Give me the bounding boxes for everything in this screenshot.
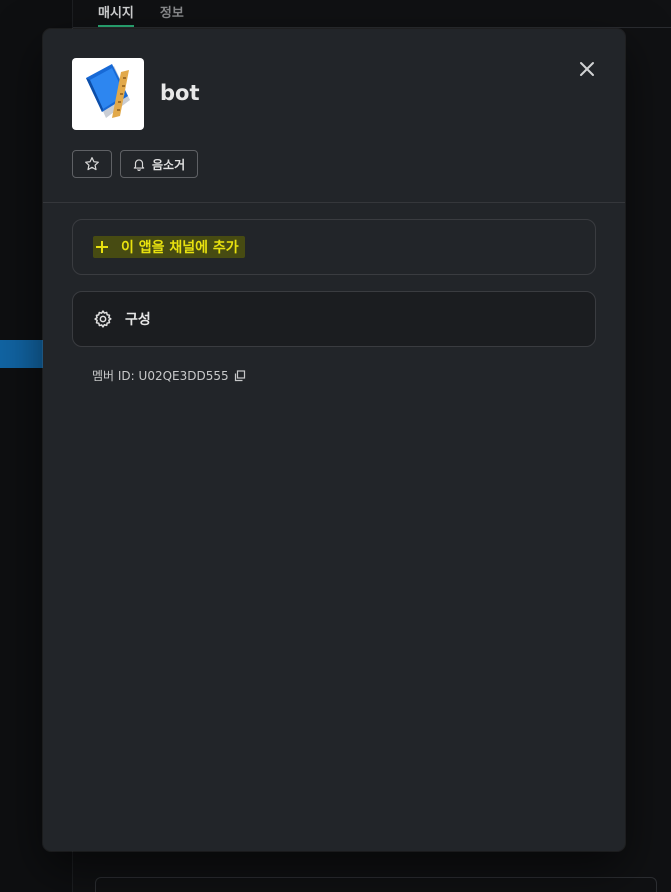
modal-header: bot 음소거 xyxy=(43,29,625,203)
notebook-ruler-icon xyxy=(72,58,144,130)
highlighted-text: 이 앱을 채널에 추가 xyxy=(93,236,245,258)
bell-icon xyxy=(133,159,145,171)
gear-icon xyxy=(94,310,112,328)
close-icon xyxy=(580,62,594,76)
plus-icon xyxy=(96,241,108,253)
star-button[interactable] xyxy=(72,150,112,178)
member-id-text: 멤버 ID: U02QE3DD555 xyxy=(92,369,229,383)
star-icon xyxy=(85,157,99,171)
message-composer[interactable] xyxy=(95,877,657,892)
mute-label: 음소거 xyxy=(152,157,186,172)
app-name: bot xyxy=(160,81,200,105)
close-button[interactable] xyxy=(572,54,602,84)
member-id-row: 멤버 ID: U02QE3DD555 xyxy=(92,367,246,384)
mute-button[interactable]: 음소거 xyxy=(120,150,199,178)
add-to-channel-button[interactable]: 이 앱을 채널에 추가 xyxy=(72,219,596,275)
copy-icon[interactable] xyxy=(234,369,246,382)
app-profile-modal: bot 음소거 이 앱을 채널에 추가 구성 멤버 ID: U02QE3DD55… xyxy=(43,29,625,851)
add-to-channel-label: 이 앱을 채널에 추가 xyxy=(121,240,239,256)
sidebar-selected-item[interactable] xyxy=(0,340,44,368)
configure-label: 구성 xyxy=(125,312,151,328)
tab-info[interactable]: 정보 xyxy=(160,0,184,28)
configure-button[interactable]: 구성 xyxy=(72,291,596,347)
tab-messages[interactable]: 매시지 xyxy=(98,0,134,27)
tab-bar: 매시지 정보 xyxy=(98,0,184,28)
